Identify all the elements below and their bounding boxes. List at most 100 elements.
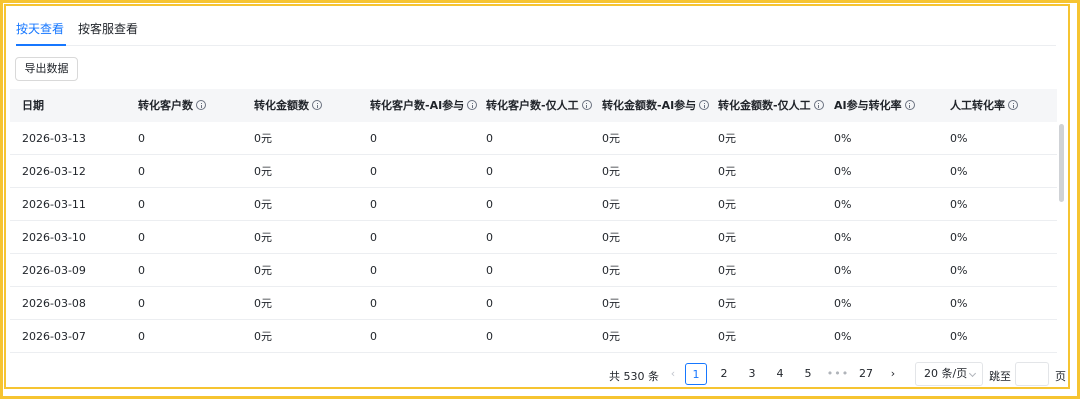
table-cell: 0% — [950, 264, 968, 277]
more-pages-ellipsis[interactable]: ••• — [825, 363, 851, 385]
page-2-button[interactable]: 2 — [716, 363, 732, 385]
table-cell: 0% — [950, 231, 968, 244]
table-cell: 0元 — [254, 198, 272, 211]
last-page-button[interactable]: 27 — [855, 363, 877, 385]
export-data-button[interactable]: 导出数据 — [15, 57, 78, 81]
table-cell: 0元 — [718, 132, 736, 145]
column-header: 转化客户数 — [138, 89, 206, 122]
table-cell: 0元 — [718, 198, 736, 211]
table-cell: 0 — [370, 165, 377, 178]
table-cell: 0元 — [718, 165, 736, 178]
info-icon[interactable] — [312, 100, 322, 110]
column-header: 转化客户数-AI参与 — [370, 89, 478, 122]
table-cell: 0 — [138, 330, 145, 343]
info-icon[interactable] — [581, 100, 592, 110]
table-cell: 0 — [486, 264, 493, 277]
table-cell: 0 — [138, 264, 145, 277]
table-cell: 0 — [138, 297, 145, 310]
column-header-label: AI参与转化率 — [834, 99, 902, 112]
table-cell: 0元 — [254, 264, 272, 277]
column-header-label: 转化金额数-AI参与 — [602, 99, 697, 112]
page-1-button[interactable]: 1 — [685, 363, 707, 385]
table-cell: 0元 — [602, 198, 620, 211]
table-cell: 2026-03-13 — [22, 132, 86, 145]
table-cell: 0元 — [254, 165, 272, 178]
jump-page-input[interactable] — [1015, 362, 1049, 386]
table-cell: 0元 — [718, 264, 736, 277]
info-icon[interactable] — [904, 100, 915, 110]
table-cell: 2026-03-10 — [22, 231, 86, 244]
table-cell: 0% — [950, 330, 968, 343]
table-cell: 0元 — [254, 297, 272, 310]
table-cell: 0 — [486, 165, 493, 178]
column-header-label: 转化金额数-仅人工 — [718, 99, 811, 112]
table-cell: 0 — [370, 198, 377, 211]
table-row: 2026-03-07 0 0元 0 0 0元 0元 0% 0% — [10, 320, 1057, 353]
column-header: 转化金额数 — [254, 89, 322, 122]
table-cell: 0 — [370, 132, 377, 145]
column-header-label: 转化客户数-仅人工 — [486, 99, 579, 112]
page-5-button[interactable]: 5 — [800, 363, 816, 385]
table-cell: 2026-03-12 — [22, 165, 86, 178]
table-cell: 0% — [950, 297, 968, 310]
table-cell: 2026-03-09 — [22, 264, 86, 277]
table-cell: 0 — [486, 231, 493, 244]
table-cell: 0% — [950, 165, 968, 178]
table-row: 2026-03-11 0 0元 0 0 0元 0元 0% 0% — [10, 188, 1057, 221]
tab-by-agent[interactable]: 按客服查看 — [78, 20, 138, 37]
column-header: 人工转化率 — [950, 89, 1018, 122]
jump-label: 跳至 — [989, 370, 1011, 383]
table-cell: 0 — [138, 231, 145, 244]
table-row: 2026-03-08 0 0元 0 0 0元 0元 0% 0% — [10, 287, 1057, 320]
table-cell: 0元 — [718, 231, 736, 244]
next-page-button[interactable]: › — [885, 363, 901, 385]
table-cell: 0 — [370, 297, 377, 310]
page-size-value: 20 条/页 — [924, 367, 968, 380]
column-header: AI参与转化率 — [834, 89, 915, 122]
page-4-button[interactable]: 4 — [772, 363, 788, 385]
column-header: 转化客户数-仅人工 — [486, 89, 592, 122]
table-cell: 0元 — [602, 165, 620, 178]
info-icon[interactable] — [1008, 100, 1018, 110]
table-row: 2026-03-12 0 0元 0 0 0元 0元 0% 0% — [10, 155, 1057, 188]
table-cell: 0 — [486, 330, 493, 343]
jump-unit: 页 — [1055, 370, 1066, 383]
table-cell: 0% — [834, 132, 852, 145]
info-icon[interactable] — [196, 100, 206, 110]
table-cell: 0元 — [602, 132, 620, 145]
prev-page-button[interactable]: ‹ — [665, 363, 681, 385]
info-icon[interactable] — [467, 100, 478, 110]
table-cell: 0 — [138, 165, 145, 178]
table-cell: 2026-03-11 — [22, 198, 86, 211]
table-cell: 0 — [138, 198, 145, 211]
scroll-thumb[interactable] — [1059, 124, 1064, 202]
table-cell: 0 — [486, 297, 493, 310]
table-cell: 0 — [370, 231, 377, 244]
column-header-label: 转化客户数-AI参与 — [370, 99, 465, 112]
tab-by-day[interactable]: 按天查看 — [16, 20, 64, 37]
column-header-label: 日期 — [22, 99, 44, 112]
total-count: 共 530 条 — [609, 370, 659, 383]
table-cell: 0 — [370, 264, 377, 277]
table-cell: 0元 — [602, 231, 620, 244]
table-row: 2026-03-13 0 0元 0 0 0元 0元 0% 0% — [10, 122, 1057, 155]
page-3-button[interactable]: 3 — [744, 363, 760, 385]
table-cell: 2026-03-08 — [22, 297, 86, 310]
info-icon[interactable] — [813, 100, 824, 110]
table-row: 2026-03-09 0 0元 0 0 0元 0元 0% 0% — [10, 254, 1057, 287]
info-icon[interactable] — [699, 100, 710, 110]
table-cell: 0% — [834, 264, 852, 277]
table-cell: 0元 — [254, 132, 272, 145]
table-cell: 0% — [834, 165, 852, 178]
page-size-select[interactable]: 20 条/页 — [915, 362, 983, 386]
chevron-down-icon — [968, 369, 977, 378]
active-tab-indicator — [16, 44, 66, 46]
table-cell: 0% — [950, 132, 968, 145]
table-cell: 2026-03-07 — [22, 330, 86, 343]
table-cell: 0% — [834, 330, 852, 343]
table-header: 日期 转化客户数 转化金额数 转化客户数-AI参与 转化客户数-仅人工 转化金额数-AI参… — [10, 89, 1057, 122]
table-cell: 0元 — [602, 330, 620, 343]
table-scrollbar[interactable] — [1059, 122, 1065, 378]
table-cell: 0% — [834, 231, 852, 244]
column-header-label: 人工转化率 — [950, 99, 1005, 112]
